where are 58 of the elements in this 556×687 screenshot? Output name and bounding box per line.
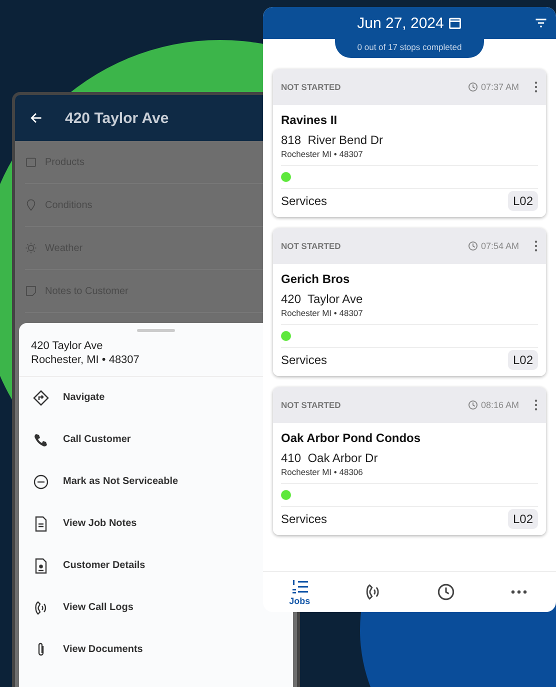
more-options-icon[interactable] <box>534 81 538 93</box>
street-address: 420 Taylor Ave <box>281 292 364 306</box>
calendar-icon[interactable] <box>448 16 462 30</box>
back-arrow-icon[interactable] <box>29 111 43 125</box>
customer-name: Gerich Bros <box>281 272 351 286</box>
box-icon <box>25 156 37 168</box>
clock-icon <box>468 241 478 251</box>
status-label: NOT STARTED <box>281 241 341 251</box>
status-label: NOT STARTED <box>281 400 341 410</box>
city-text: Rochester MI • 48307 <box>281 308 538 325</box>
city-text: Rochester MI • 48307 <box>281 149 538 166</box>
service-code-tag: L02 <box>508 350 538 370</box>
action-item[interactable]: View Documents <box>63 644 143 655</box>
customer-name: Ravines II <box>281 113 338 127</box>
contact-card-icon <box>33 558 49 574</box>
street-address: 410 Oak Arbor Dr <box>281 451 379 465</box>
action-item[interactable]: View Job Notes <box>63 518 137 529</box>
services-label: Services <box>281 353 328 367</box>
clock-icon <box>468 82 478 92</box>
customer-name: Oak Arbor Pond Condos <box>281 431 422 445</box>
address-text: Rochester, MI • 48307 <box>31 354 140 368</box>
sun-icon <box>25 242 37 254</box>
screen-title: 420 Taylor Ave <box>65 110 169 126</box>
service-code-tag: L02 <box>508 509 538 529</box>
location-pin-icon <box>25 199 37 211</box>
clock-icon <box>437 583 456 601</box>
note-icon <box>25 285 37 297</box>
call-signal-icon <box>364 583 382 601</box>
more-icon <box>510 589 528 595</box>
time-text: 07:37 AM <box>480 82 519 92</box>
progress-text: 0 out of 17 stops completed <box>335 39 484 58</box>
phone-icon <box>33 432 49 448</box>
action-item[interactable]: Navigate <box>63 392 105 403</box>
action-item[interactable]: View Call Logs <box>63 602 134 613</box>
action-item[interactable]: Mark as Not Serviceable <box>63 476 178 487</box>
more-options-icon[interactable] <box>534 240 538 252</box>
street-address: 818 River Bend Dr <box>281 133 384 147</box>
more-options-icon[interactable] <box>534 399 538 411</box>
jobs-tab[interactable]: Jobs <box>280 578 320 606</box>
date-title[interactable]: Jun 27, 2024 <box>357 14 444 32</box>
numbered-list-icon <box>290 578 309 596</box>
time-text: 07:54 AM <box>480 241 519 251</box>
document-icon <box>33 516 49 532</box>
call-signal-icon <box>33 600 49 616</box>
service-code-tag: L02 <box>508 191 538 211</box>
time-text: 08:16 AM <box>480 400 519 410</box>
action-item[interactable]: Call Customer <box>63 434 131 445</box>
address-text: 420 Taylor Ave <box>31 340 104 354</box>
turn-sign-icon <box>33 390 49 406</box>
services-label: Services <box>281 194 328 208</box>
drag-handle[interactable] <box>137 329 175 332</box>
services-label: Services <box>281 512 328 526</box>
clock-icon <box>468 400 478 410</box>
city-text: Rochester MI • 48306 <box>281 467 538 484</box>
status-label: NOT STARTED <box>281 82 341 92</box>
filter-icon[interactable] <box>534 16 548 30</box>
minus-circle-icon <box>33 474 49 490</box>
action-item[interactable]: Customer Details <box>63 560 146 571</box>
